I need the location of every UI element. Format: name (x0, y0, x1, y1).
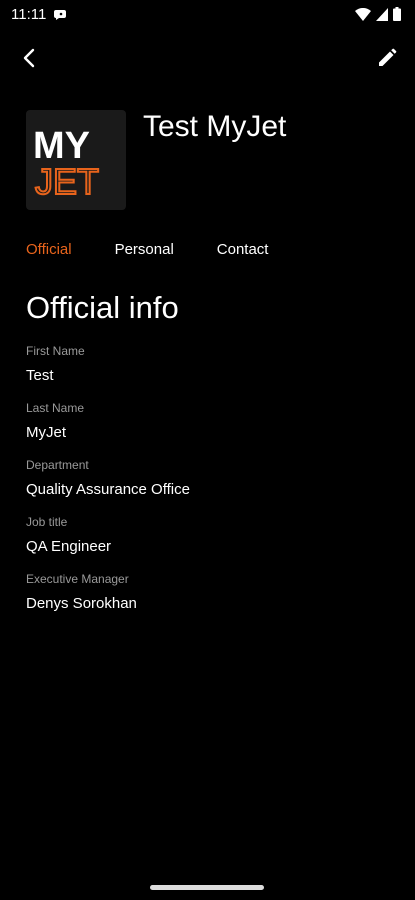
field-last-name: Last Name MyJet (26, 401, 190, 458)
status-bar: 11:11 (0, 0, 415, 30)
notification-icon (54, 10, 66, 20)
field-label: Job title (26, 515, 68, 529)
field-executive-manager: Executive Manager Denys Sorokhan (26, 572, 190, 629)
tab-contact[interactable]: Contact (217, 241, 269, 258)
info-fields: First Name Test Last Name MyJet Departme… (26, 344, 190, 629)
field-value: MyJet (26, 424, 67, 441)
myjet-logo: MY JET (33, 125, 100, 203)
status-icons (355, 7, 401, 21)
field-label: Executive Manager (26, 572, 129, 586)
profile-tabs: Official Personal Contact (26, 241, 311, 258)
field-label: First Name (26, 344, 85, 358)
section-title: Official info (26, 290, 179, 325)
home-indicator[interactable] (150, 885, 264, 890)
field-department: Department Quality Assurance Office (26, 458, 190, 515)
back-button[interactable] (14, 42, 46, 74)
logo-line2: JET (35, 161, 99, 202)
field-label: Last Name (26, 401, 85, 415)
tab-personal[interactable]: Personal (115, 241, 174, 258)
field-value: Quality Assurance Office (26, 481, 190, 498)
field-label: Department (26, 458, 89, 472)
field-job-title: Job title QA Engineer (26, 515, 190, 572)
company-logo: MY JET (26, 110, 126, 210)
field-first-name: First Name Test (26, 344, 190, 401)
edit-button[interactable] (371, 42, 403, 74)
signal-icon (376, 7, 388, 21)
battery-icon (393, 7, 401, 21)
wifi-icon (355, 7, 371, 21)
field-value: Test (26, 367, 54, 384)
field-value: Denys Sorokhan (26, 595, 137, 612)
tab-official[interactable]: Official (26, 241, 72, 258)
toolbar (0, 38, 415, 76)
back-arrow-icon (23, 48, 35, 68)
field-value: QA Engineer (26, 538, 112, 555)
profile-name: Test MyJet (143, 110, 287, 143)
edit-pencil-icon (379, 48, 397, 66)
status-time: 11:11 (11, 6, 47, 23)
